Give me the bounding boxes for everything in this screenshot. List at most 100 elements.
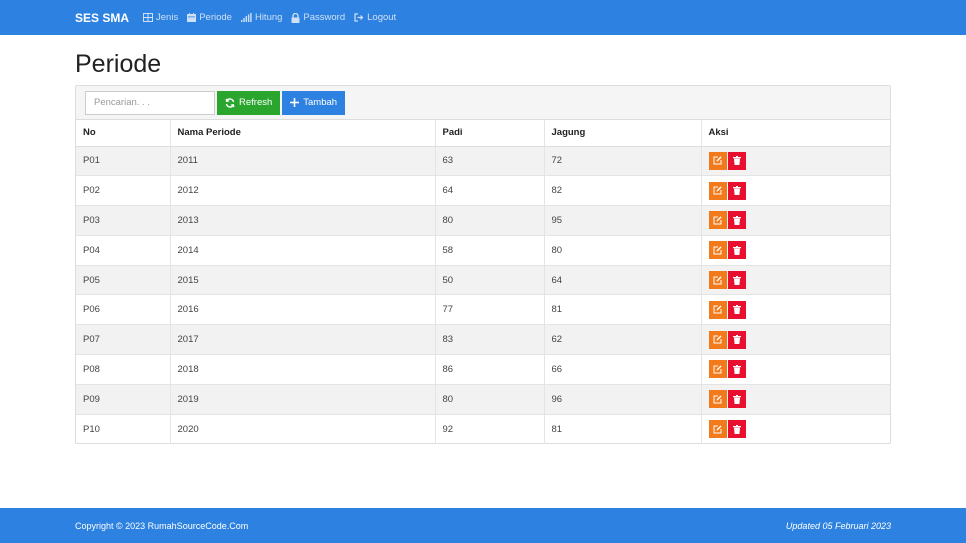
- plus-icon: [290, 98, 300, 107]
- edit-button[interactable]: [708, 211, 727, 230]
- cell-no: P04: [76, 234, 170, 266]
- table-row: P01 2011 63 72: [76, 145, 890, 176]
- periode-panel: Refresh Tambah No Nama Periode Padi Jagu…: [75, 85, 891, 444]
- cell-padi: 80: [434, 383, 544, 415]
- add-label: Tambah: [303, 97, 338, 108]
- cell-nama: 2012: [169, 175, 435, 206]
- cell-no: P05: [76, 264, 170, 295]
- search-input[interactable]: [85, 90, 215, 115]
- nav-item-label: Logout: [367, 12, 397, 23]
- table-icon: [143, 13, 154, 22]
- lock-icon: [291, 12, 300, 23]
- add-button[interactable]: Tambah: [282, 90, 346, 115]
- nav-item-label: Password: [303, 12, 346, 23]
- cell-nama: 2015: [169, 264, 435, 295]
- nav-item-logout[interactable]: Logout: [354, 12, 396, 23]
- edit-icon: [713, 365, 722, 374]
- page-title: Periode: [75, 50, 162, 78]
- cell-nama: 2013: [169, 205, 435, 236]
- cell-aksi: [700, 324, 890, 355]
- cell-no: P02: [76, 175, 170, 206]
- table-row: P02 2012 64 82: [76, 175, 890, 206]
- trash-icon: [732, 364, 741, 374]
- edit-button[interactable]: [708, 271, 727, 290]
- cell-nama: 2016: [169, 294, 435, 325]
- delete-button[interactable]: [727, 390, 746, 409]
- table-row: P06 2016 77 81: [76, 294, 890, 325]
- cell-jagung: 72: [543, 145, 701, 176]
- cell-padi: 63: [434, 145, 544, 176]
- delete-button[interactable]: [727, 181, 746, 200]
- edit-button[interactable]: [708, 151, 727, 170]
- table-row: P05 2015 50 64: [76, 264, 890, 295]
- cell-aksi: [700, 264, 890, 295]
- cell-nama: 2014: [169, 234, 435, 266]
- table-row: P04 2014 58 80: [76, 234, 890, 266]
- header-padi: Padi: [434, 120, 544, 147]
- header-jagung: Jagung: [543, 120, 701, 147]
- calendar-icon: [187, 13, 197, 22]
- table-row: P03 2013 80 95: [76, 205, 890, 236]
- delete-button[interactable]: [727, 300, 746, 319]
- trash-icon: [732, 424, 741, 434]
- nav-item-hitung[interactable]: Hitung: [240, 12, 283, 23]
- edit-icon: [713, 156, 722, 165]
- cell-no: P08: [76, 354, 170, 385]
- edit-button[interactable]: [708, 420, 727, 439]
- logout-icon: [354, 13, 364, 22]
- edit-button[interactable]: [708, 181, 727, 200]
- nav-item-periode[interactable]: Periode: [187, 12, 232, 23]
- table-row: P07 2017 83 62: [76, 324, 890, 355]
- brand-link[interactable]: SES SMA: [75, 11, 129, 25]
- refresh-button[interactable]: Refresh: [217, 90, 281, 115]
- signal-icon: [240, 13, 252, 22]
- cell-jagung: 80: [543, 234, 701, 266]
- delete-button[interactable]: [727, 330, 746, 349]
- edit-icon: [713, 425, 722, 434]
- toolbar: Refresh Tambah: [76, 86, 890, 120]
- delete-button[interactable]: [727, 211, 746, 230]
- table-row: P10 2020 92 81: [76, 413, 890, 444]
- cell-padi: 92: [434, 413, 544, 444]
- table-body: P01 2011 63 72 P02 2012 64 82 P03 2013 8…: [76, 145, 890, 444]
- edit-icon: [713, 216, 722, 225]
- delete-button[interactable]: [727, 360, 746, 379]
- nav-item-label: Hitung: [254, 12, 283, 23]
- nav-item-password[interactable]: Password: [291, 12, 345, 23]
- cell-jagung: 62: [543, 324, 701, 355]
- edit-button[interactable]: [708, 390, 727, 409]
- trash-icon: [732, 215, 741, 225]
- cell-aksi: [700, 413, 890, 444]
- table-row: P08 2018 86 66: [76, 354, 890, 385]
- nav-item-jenis[interactable]: Jenis: [143, 12, 178, 23]
- delete-button[interactable]: [727, 420, 746, 439]
- trash-icon: [732, 275, 741, 285]
- cell-jagung: 96: [543, 383, 701, 415]
- page-footer: Copyright © 2023 RumahSourceCode.Com Upd…: [0, 508, 966, 543]
- periode-table: No Nama Periode Padi Jagung Aksi P01 201…: [76, 120, 890, 444]
- edit-button[interactable]: [708, 360, 727, 379]
- edit-button[interactable]: [708, 241, 727, 260]
- trash-icon: [732, 394, 741, 404]
- edit-icon: [713, 246, 722, 255]
- cell-aksi: [700, 234, 890, 266]
- cell-jagung: 81: [543, 413, 701, 444]
- cell-aksi: [700, 383, 890, 415]
- header-nama-periode: Nama Periode: [169, 120, 435, 147]
- trash-icon: [732, 335, 741, 345]
- cell-no: P03: [76, 205, 170, 236]
- refresh-label: Refresh: [239, 97, 273, 108]
- delete-button[interactable]: [727, 241, 746, 260]
- cell-padi: 86: [434, 354, 544, 385]
- edit-button[interactable]: [708, 330, 727, 349]
- nav-item-label: Jenis: [156, 12, 179, 23]
- cell-padi: 64: [434, 175, 544, 206]
- delete-button[interactable]: [727, 271, 746, 290]
- table-row: P09 2019 80 96: [76, 383, 890, 415]
- cell-nama: 2011: [169, 145, 435, 176]
- delete-button[interactable]: [727, 151, 746, 170]
- trash-icon: [732, 186, 741, 196]
- trash-icon: [732, 305, 741, 315]
- header-no: No: [76, 120, 170, 147]
- edit-button[interactable]: [708, 300, 727, 319]
